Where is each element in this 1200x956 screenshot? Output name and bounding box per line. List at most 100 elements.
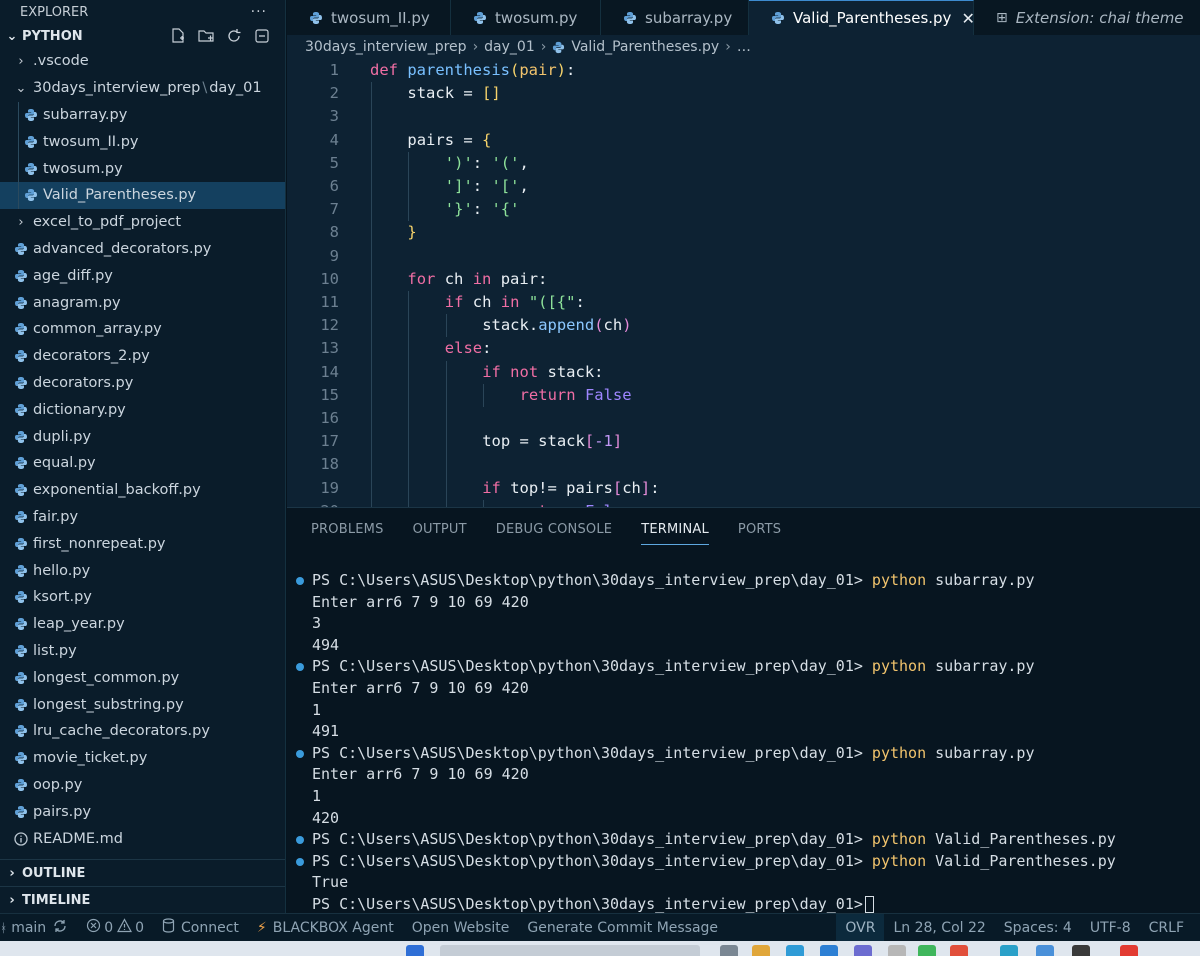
tree-file[interactable]: subarray.py	[0, 101, 285, 129]
cursor-position[interactable]: Ln 28, Col 22	[884, 914, 994, 942]
indent-guide	[408, 337, 410, 361]
tree-file[interactable]: first_nonrepeat.py	[0, 530, 285, 557]
eol-selector[interactable]: CRLF	[1140, 914, 1200, 942]
tab-extension[interactable]: ⊞ Extension: chai theme	[974, 0, 1200, 35]
collapse-all-icon[interactable]	[253, 27, 271, 45]
tree-file[interactable]: age_diff.py	[0, 262, 285, 289]
indentation-selector[interactable]: Spaces: 4	[995, 914, 1081, 942]
tree-file[interactable]: movie_ticket.py	[0, 745, 285, 772]
code-editor[interactable]: 1 def parenthesis(pair): 2 stack = [] 3 4 pair…	[287, 59, 1200, 507]
taskbar-app-icon[interactable]	[888, 945, 906, 956]
breadcrumb-more[interactable]: …	[737, 39, 751, 55]
branch-indicator[interactable]: ᚼ main	[0, 914, 77, 942]
chevron-right-icon: ›	[18, 214, 24, 230]
tree-folder[interactable]: › excel_to_pdf_project	[0, 209, 285, 236]
tree-file[interactable]: ksort.py	[0, 584, 285, 611]
panel-tab-debug-console[interactable]: DEBUG CONSOLE	[496, 508, 612, 550]
breadcrumb-folder[interactable]: 30days_interview_prep	[305, 39, 467, 55]
tree-file[interactable]: fair.py	[0, 504, 285, 531]
command-status-dot[interactable]	[296, 749, 304, 758]
tree-file[interactable]: dupli.py	[0, 423, 285, 450]
python-file-icon	[309, 11, 323, 25]
section-title: PYTHON	[22, 28, 83, 44]
panel-tab-problems[interactable]: PROBLEMS	[311, 508, 384, 550]
tree-file[interactable]: longest_common.py	[0, 664, 285, 691]
taskbar-app-icon[interactable]	[1072, 945, 1090, 956]
terminal-argument: subarray.py	[926, 571, 1035, 589]
tree-file[interactable]: anagram.py	[0, 289, 285, 316]
timeline-section-header[interactable]: › TIMELINE	[0, 886, 285, 913]
encoding-selector[interactable]: UTF-8	[1081, 914, 1140, 942]
tree-file[interactable]: twosum.py	[0, 155, 285, 182]
tab-file[interactable]: twosum_II.py	[287, 0, 451, 35]
new-file-icon[interactable]	[169, 27, 187, 45]
panel-tab-terminal[interactable]: TERMINAL	[641, 508, 709, 550]
generate-commit-button[interactable]: Generate Commit Message	[518, 914, 727, 942]
command-status-dot[interactable]	[296, 577, 304, 585]
python-file-icon	[14, 242, 28, 256]
terminal-line: True	[287, 872, 1200, 894]
taskbar-search[interactable]	[440, 945, 700, 956]
tree-folder[interactable]: › .vscode	[0, 48, 285, 75]
spaces-label: Spaces: 4	[1003, 919, 1072, 936]
close-icon[interactable]: ✕	[961, 9, 974, 28]
taskbar-app-icon[interactable]	[950, 945, 968, 956]
panel-tab-ports[interactable]: PORTS	[738, 508, 781, 550]
taskbar-app-icon[interactable]	[1036, 945, 1054, 956]
taskbar-app-icon[interactable]	[1000, 945, 1018, 956]
tree-file[interactable]: leap_year.py	[0, 611, 285, 638]
code-token: ch	[435, 269, 473, 288]
tree-file[interactable]: decorators.py	[0, 370, 285, 397]
tree-file[interactable]: README.md	[0, 825, 285, 852]
taskbar-app-icon[interactable]	[1120, 945, 1138, 956]
refresh-icon[interactable]	[225, 27, 243, 45]
tree-file[interactable]: oop.py	[0, 772, 285, 799]
vscode-icon[interactable]	[820, 945, 838, 956]
tree-file[interactable]: exponential_backoff.py	[0, 477, 285, 504]
tree-file[interactable]: hello.py	[0, 557, 285, 584]
overtype-indicator[interactable]: OVR	[836, 913, 885, 942]
edge-icon[interactable]	[786, 945, 804, 956]
code-text: stack = []	[407, 82, 500, 105]
tab-file[interactable]: subarray.py	[601, 0, 749, 35]
command-status-dot[interactable]	[296, 857, 304, 866]
tab-file[interactable]: Valid_Parentheses.py ✕	[749, 0, 975, 35]
more-actions-icon[interactable]: ···	[251, 4, 267, 20]
tree-file[interactable]: Valid_Parentheses.py	[0, 181, 285, 209]
tree-folder[interactable]: ⌄ 30days_interview_prep \ day_01	[0, 75, 285, 102]
outline-section-header[interactable]: › OUTLINE	[0, 859, 285, 886]
tree-item-label: .vscode	[33, 53, 89, 70]
chrome-icon[interactable]	[918, 945, 936, 956]
indent-guide	[371, 267, 372, 291]
tree-file[interactable]: decorators_2.py	[0, 343, 285, 370]
tree-file[interactable]: longest_substring.py	[0, 691, 285, 718]
python-section-header[interactable]: ⌄ PYTHON	[0, 24, 285, 48]
taskbar-app-icon[interactable]	[854, 945, 872, 956]
terminal-argument: Valid_Parentheses.py	[926, 851, 1116, 870]
connect-button[interactable]: Connect	[153, 914, 248, 942]
tree-file[interactable]: lru_cache_decorators.py	[0, 718, 285, 745]
tree-file[interactable]: twosum_II.py	[0, 128, 285, 156]
tree-file[interactable]: pairs.py	[0, 798, 285, 825]
tree-file[interactable]: common_array.py	[0, 316, 285, 343]
folder-icon[interactable]	[752, 945, 770, 956]
command-status-dot[interactable]	[296, 663, 304, 672]
blackbox-agent-button[interactable]: ⚡ BLACKBOX Agent	[248, 914, 403, 942]
tab-file[interactable]: twosum.py	[451, 0, 601, 35]
new-folder-icon[interactable]	[197, 27, 215, 45]
open-website-button[interactable]: Open Website	[403, 914, 519, 942]
chevron-down-icon: ⌄	[15, 80, 27, 96]
terminal-output[interactable]: PS C:\Users\ASUS\Desktop\python\30days_i…	[287, 570, 1200, 916]
problems-indicator[interactable]: 0 0	[77, 914, 153, 942]
tree-file[interactable]: equal.py	[0, 450, 285, 477]
breadcrumb-file[interactable]: Valid_Parentheses.py	[571, 39, 719, 55]
taskbar-app-icon[interactable]	[720, 945, 738, 956]
tree-file[interactable]: advanced_decorators.py	[0, 236, 285, 263]
terminal-line: 420	[287, 808, 1200, 830]
start-icon[interactable]	[406, 945, 424, 956]
breadcrumb-subfolder[interactable]: day_01	[484, 39, 535, 55]
tree-file[interactable]: list.py	[0, 638, 285, 665]
panel-tab-output[interactable]: OUTPUT	[413, 508, 467, 550]
command-status-dot[interactable]	[296, 836, 304, 845]
tree-file[interactable]: dictionary.py	[0, 396, 285, 423]
